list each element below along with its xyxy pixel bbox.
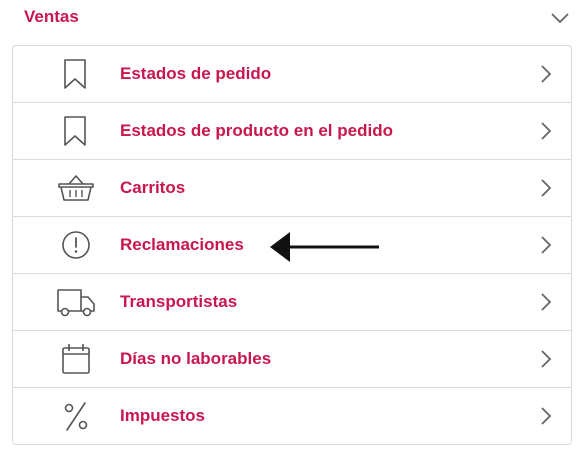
chevron-right-icon bbox=[536, 233, 556, 257]
menu-item-estados-de-pedido[interactable]: Estados de pedido bbox=[13, 46, 571, 103]
calendar-icon bbox=[55, 343, 97, 375]
chevron-right-icon bbox=[536, 347, 556, 371]
menu-item-impuestos[interactable]: Impuestos bbox=[13, 388, 571, 445]
chevron-right-icon bbox=[536, 290, 556, 314]
chevron-right-icon bbox=[536, 119, 556, 143]
basket-icon bbox=[55, 172, 97, 204]
sales-settings-panel: Ventas Estados de pedido Estados de prod… bbox=[0, 0, 585, 454]
menu-item-label: Carritos bbox=[120, 178, 186, 197]
pointer-arrow-icon bbox=[268, 228, 382, 268]
menu-item-transportistas[interactable]: Transportistas bbox=[13, 274, 571, 331]
chevron-right-icon bbox=[536, 176, 556, 200]
chevron-down-icon[interactable] bbox=[546, 6, 574, 30]
chevron-right-icon bbox=[536, 62, 556, 86]
menu-item-label: Transportistas bbox=[120, 292, 238, 311]
menu-item-label: Impuestos bbox=[120, 406, 206, 425]
section-header[interactable]: Ventas bbox=[0, 0, 585, 36]
section-title: Ventas bbox=[24, 7, 79, 26]
bookmark-icon bbox=[55, 115, 97, 147]
menu-item-label: Estados de producto en el pedido bbox=[120, 121, 393, 140]
chevron-right-icon bbox=[536, 404, 556, 428]
menu-item-carritos[interactable]: Carritos bbox=[13, 160, 571, 217]
bookmark-icon bbox=[55, 58, 97, 90]
menu-item-estados-de-producto[interactable]: Estados de producto en el pedido bbox=[13, 103, 571, 160]
truck-icon bbox=[55, 286, 97, 318]
alert-circle-icon bbox=[55, 229, 97, 261]
menu-item-label: Días no laborables bbox=[120, 349, 272, 368]
menu-item-label: Reclamaciones bbox=[120, 235, 244, 254]
menu-item-dias-no-laborables[interactable]: Días no laborables bbox=[13, 331, 571, 388]
menu-item-label: Estados de pedido bbox=[120, 64, 272, 83]
percent-icon bbox=[55, 400, 97, 432]
